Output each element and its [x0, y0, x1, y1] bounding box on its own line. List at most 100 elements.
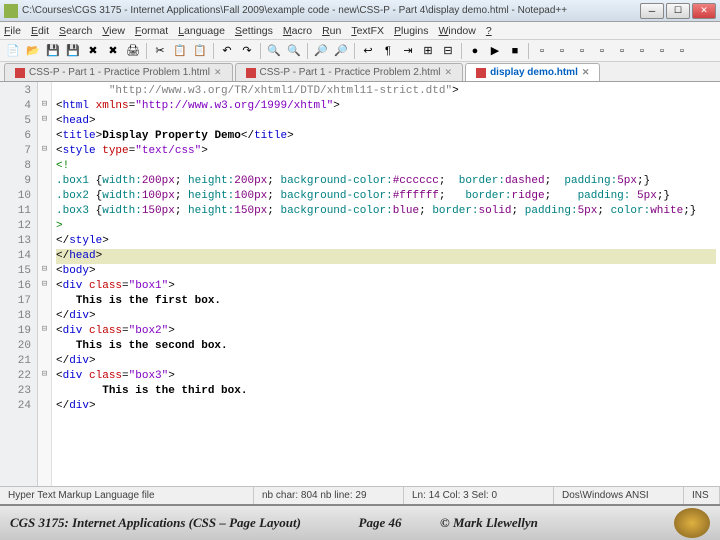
zoom-in-icon[interactable]: 🔎 — [312, 42, 330, 60]
tab-close-icon[interactable]: ✕ — [582, 67, 590, 78]
unfold-icon[interactable]: ⊟ — [439, 42, 457, 60]
open-icon[interactable]: 📂 — [24, 42, 42, 60]
code-area[interactable]: "http://www.w3.org/TR/xhtml1/DTD/xhtml11… — [52, 82, 720, 486]
close-all-icon[interactable]: ✖ — [104, 42, 122, 60]
p7-icon[interactable]: ▫ — [653, 42, 671, 60]
tab-2[interactable]: display demo.html✕ — [465, 63, 600, 81]
menu-textfx[interactable]: TextFX — [351, 25, 384, 37]
p3-icon[interactable]: ▫ — [573, 42, 591, 60]
code-line[interactable]: "http://www.w3.org/TR/xhtml1/DTD/xhtml11… — [56, 84, 716, 99]
code-line[interactable]: </head> — [56, 249, 716, 264]
line-number: 8 — [0, 159, 31, 174]
fold-toggle[interactable]: ⊟ — [38, 142, 51, 157]
fold-toggle — [38, 217, 51, 232]
code-line[interactable]: </div> — [56, 354, 716, 369]
line-number: 19 — [0, 324, 31, 339]
save-all-icon[interactable]: 💾 — [64, 42, 82, 60]
code-line[interactable]: <head> — [56, 114, 716, 129]
code-line[interactable]: .box3 {width:150px; height:150px; backgr… — [56, 204, 716, 219]
p2-icon[interactable]: ▫ — [553, 42, 571, 60]
stop-icon[interactable]: ■ — [506, 42, 524, 60]
code-editor[interactable]: 3456789101112131415161718192021222324 ⊟⊟… — [0, 82, 720, 486]
fold-toggle[interactable]: ⊟ — [38, 322, 51, 337]
cut-icon[interactable]: ✂ — [151, 42, 169, 60]
code-line[interactable]: </div> — [56, 309, 716, 324]
slide-footer: CGS 3175: Internet Applications (CSS – P… — [0, 504, 720, 540]
code-line[interactable]: </div> — [56, 399, 716, 414]
play-icon[interactable]: ▶ — [486, 42, 504, 60]
copy-icon[interactable]: 📋 — [171, 42, 189, 60]
menu-language[interactable]: Language — [178, 25, 225, 37]
code-line[interactable]: .box1 {width:200px; height:200px; backgr… — [56, 174, 716, 189]
file-icon — [246, 68, 256, 78]
minimize-button[interactable]: ─ — [640, 3, 664, 19]
code-line[interactable]: > — [56, 219, 716, 234]
menu-macro[interactable]: Macro — [283, 25, 312, 37]
wrap-icon[interactable]: ↩ — [359, 42, 377, 60]
line-number: 24 — [0, 399, 31, 414]
new-icon[interactable]: 📄 — [4, 42, 22, 60]
p4-icon[interactable]: ▫ — [593, 42, 611, 60]
tab-close-icon[interactable]: ✕ — [214, 67, 222, 78]
zoom-out-icon[interactable]: 🔎 — [332, 42, 350, 60]
menu-edit[interactable]: Edit — [31, 25, 49, 37]
code-line[interactable]: This is the first box. — [56, 294, 716, 309]
code-line[interactable]: This is the second box. — [56, 339, 716, 354]
menu-?[interactable]: ? — [486, 25, 492, 37]
code-line[interactable]: <body> — [56, 264, 716, 279]
tab-close-icon[interactable]: ✕ — [445, 67, 453, 78]
status-chars: nb char: 804 nb line: 29 — [254, 487, 404, 504]
close-button[interactable]: ✕ — [692, 3, 716, 19]
code-line[interactable]: <! — [56, 159, 716, 174]
fold-toggle[interactable]: ⊟ — [38, 277, 51, 292]
p1-icon[interactable]: ▫ — [533, 42, 551, 60]
fold-toggle[interactable]: ⊟ — [38, 112, 51, 127]
code-line[interactable]: <div class="box1"> — [56, 279, 716, 294]
p8-icon[interactable]: ▫ — [673, 42, 691, 60]
code-line[interactable]: </style> — [56, 234, 716, 249]
code-line[interactable]: <div class="box2"> — [56, 324, 716, 339]
line-number: 9 — [0, 174, 31, 189]
menu-search[interactable]: Search — [59, 25, 92, 37]
fold-toggle[interactable]: ⊟ — [38, 367, 51, 382]
toolbar: 📄📂💾💾✖✖🖨✂📋📋↶↷🔍🔍🔎🔎↩¶⇥⊞⊟●▶■▫▫▫▫▫▫▫▫ — [0, 40, 720, 62]
menu-run[interactable]: Run — [322, 25, 341, 37]
code-line[interactable]: This is the third box. — [56, 384, 716, 399]
tab-0[interactable]: CSS-P - Part 1 - Practice Problem 1.html… — [4, 63, 233, 81]
p5-icon[interactable]: ▫ — [613, 42, 631, 60]
menu-format[interactable]: Format — [135, 25, 168, 37]
menu-plugins[interactable]: Plugins — [394, 25, 428, 37]
maximize-button[interactable]: ☐ — [666, 3, 690, 19]
line-number: 17 — [0, 294, 31, 309]
code-line[interactable]: <style type="text/css"> — [56, 144, 716, 159]
tab-1[interactable]: CSS-P - Part 1 - Practice Problem 2.html… — [235, 63, 464, 81]
code-line[interactable]: .box2 {width:100px; height:100px; backgr… — [56, 189, 716, 204]
redo-icon[interactable]: ↷ — [238, 42, 256, 60]
close-icon[interactable]: ✖ — [84, 42, 102, 60]
find-icon[interactable]: 🔍 — [265, 42, 283, 60]
save-icon[interactable]: 💾 — [44, 42, 62, 60]
statusbar: Hyper Text Markup Language file nb char:… — [0, 486, 720, 504]
fold-gutter[interactable]: ⊟⊟⊟⊟⊟⊟⊟ — [38, 82, 52, 486]
line-number: 10 — [0, 189, 31, 204]
code-line[interactable]: <title>Display Property Demo</title> — [56, 129, 716, 144]
indent-icon[interactable]: ⇥ — [399, 42, 417, 60]
print-icon[interactable]: 🖨 — [124, 42, 142, 60]
menu-file[interactable]: File — [4, 25, 21, 37]
fold-toggle — [38, 82, 51, 97]
menu-settings[interactable]: Settings — [235, 25, 273, 37]
replace-icon[interactable]: 🔍 — [285, 42, 303, 60]
fold-toggle[interactable]: ⊟ — [38, 262, 51, 277]
fold-toggle[interactable]: ⊟ — [38, 97, 51, 112]
p6-icon[interactable]: ▫ — [633, 42, 651, 60]
menu-window[interactable]: Window — [438, 25, 475, 37]
fold-icon[interactable]: ⊞ — [419, 42, 437, 60]
rec-icon[interactable]: ● — [466, 42, 484, 60]
code-line[interactable]: <html xmlns="http://www.w3.org/1999/xhtm… — [56, 99, 716, 114]
menu-view[interactable]: View — [102, 25, 125, 37]
undo-icon[interactable]: ↶ — [218, 42, 236, 60]
chars-icon[interactable]: ¶ — [379, 42, 397, 60]
paste-icon[interactable]: 📋 — [191, 42, 209, 60]
line-number: 3 — [0, 84, 31, 99]
code-line[interactable]: <div class="box3"> — [56, 369, 716, 384]
